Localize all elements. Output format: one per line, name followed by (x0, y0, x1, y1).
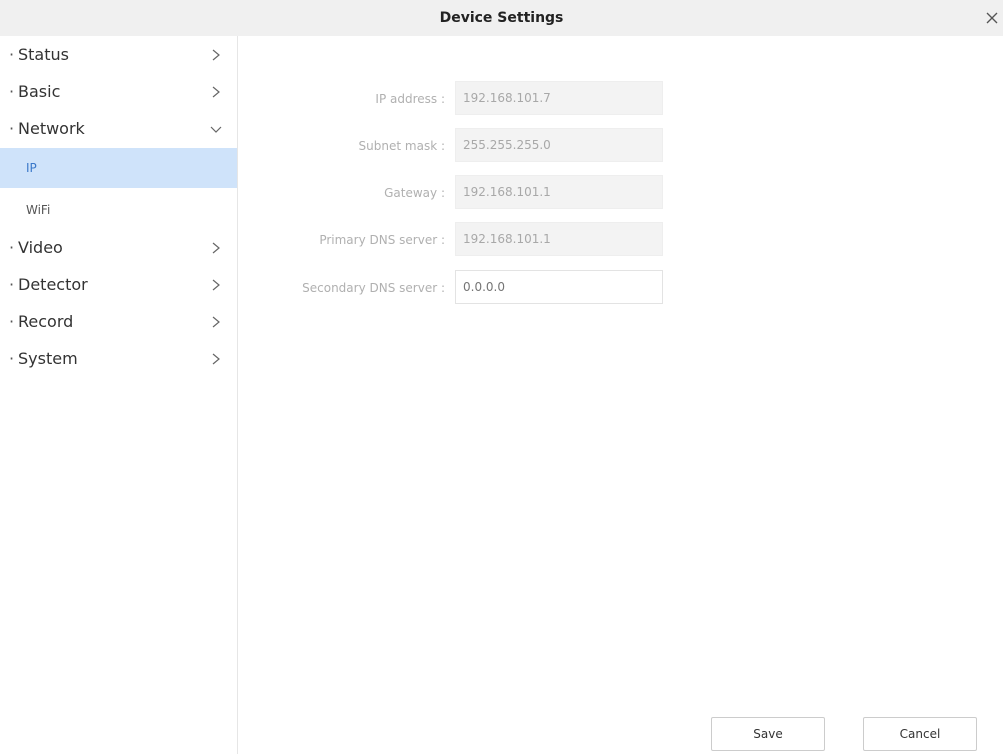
gateway-field[interactable] (455, 175, 663, 209)
sidebar-subitem-ip[interactable]: IP (0, 148, 237, 188)
gateway-row: Gateway : (250, 175, 670, 211)
ip-address-label: IP address : (375, 92, 445, 106)
sidebar-item-video[interactable]: · Video (0, 229, 237, 267)
chevron-right-icon (212, 316, 220, 328)
chevron-right-icon (212, 49, 220, 61)
chevron-right-icon (212, 279, 220, 291)
chevron-right-icon (212, 86, 220, 98)
chevron-down-icon (210, 126, 222, 133)
sidebar-item-label: Status (18, 45, 69, 64)
sidebar-item-label: System (18, 349, 78, 368)
bullet-dot: · (9, 119, 15, 138)
title-bar: Device Settings (0, 0, 1003, 36)
bullet-dot: · (9, 312, 15, 331)
bullet-dot: · (9, 82, 15, 101)
bullet-dot: · (9, 349, 15, 368)
subnet-mask-row: Subnet mask : (250, 128, 670, 164)
chevron-right-icon (212, 242, 220, 254)
secondary-dns-field[interactable] (455, 270, 663, 304)
sidebar-item-label: Video (18, 238, 63, 257)
sidebar-subitem-wifi[interactable]: WiFi (0, 190, 237, 230)
sidebar-item-label: Basic (18, 82, 61, 101)
subnet-mask-field[interactable] (455, 128, 663, 162)
ip-address-row: IP address : (250, 81, 670, 117)
primary-dns-field[interactable] (455, 222, 663, 256)
sidebar-subitem-label: WiFi (26, 203, 51, 217)
bullet-dot: · (9, 275, 15, 294)
sidebar-item-system[interactable]: · System (0, 340, 237, 378)
primary-dns-label: Primary DNS server : (319, 233, 445, 247)
bullet-dot: · (9, 45, 15, 64)
sidebar-subitem-label: IP (26, 161, 37, 175)
gateway-label: Gateway : (384, 186, 445, 200)
window-title: Device Settings (439, 10, 564, 26)
sidebar-item-network[interactable]: · Network (0, 110, 237, 148)
cancel-button[interactable]: Cancel (863, 717, 977, 751)
bullet-dot: · (9, 238, 15, 257)
save-button[interactable]: Save (711, 717, 825, 751)
sidebar-item-label: Network (18, 119, 85, 138)
chevron-right-icon (212, 353, 220, 365)
secondary-dns-label: Secondary DNS server : (302, 281, 445, 295)
primary-dns-row: Primary DNS server : (250, 222, 670, 258)
ip-address-field[interactable] (455, 81, 663, 115)
sidebar-item-record[interactable]: · Record (0, 303, 237, 341)
sidebar-item-label: Detector (18, 275, 88, 294)
sidebar-item-label: Record (18, 312, 74, 331)
subnet-mask-label: Subnet mask : (358, 139, 445, 153)
sidebar-item-status[interactable]: · Status (0, 36, 237, 74)
sidebar-item-basic[interactable]: · Basic (0, 73, 237, 111)
sidebar: · Status · Basic · Network IP WiFi · Vid… (0, 36, 238, 754)
close-icon[interactable] (984, 10, 1000, 26)
secondary-dns-row: Secondary DNS server : (250, 270, 670, 306)
sidebar-item-detector[interactable]: · Detector (0, 266, 237, 304)
